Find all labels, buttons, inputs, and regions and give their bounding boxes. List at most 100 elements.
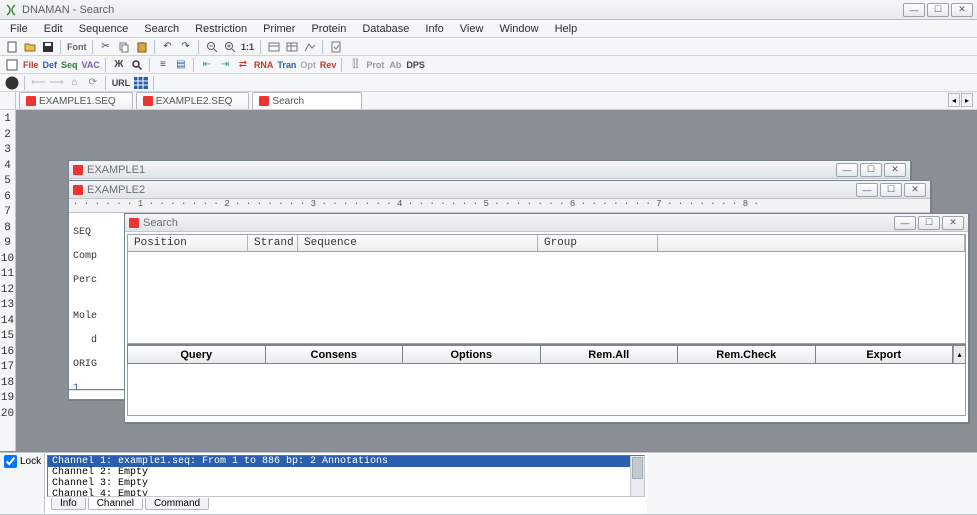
close-button[interactable]: ✕ — [951, 3, 973, 17]
child-maximize-button[interactable]: ☐ — [880, 183, 902, 197]
child-title-text: EXAMPLE1 — [87, 164, 145, 176]
go-left-icon[interactable]: ⇤ — [199, 57, 215, 72]
dps-button[interactable]: DPS — [405, 57, 426, 72]
menu-file[interactable]: File — [2, 21, 36, 37]
child-titlebar[interactable]: EXAMPLE2 — ☐ ✕ — [69, 181, 930, 199]
find-icon[interactable] — [129, 57, 145, 72]
menu-window[interactable]: Window — [491, 21, 546, 37]
menu-primer[interactable]: Primer — [255, 21, 303, 37]
chart-icon[interactable]: ⫿⫿ — [347, 57, 363, 72]
menu-sequence[interactable]: Sequence — [71, 21, 137, 37]
file-hq-button[interactable]: File — [22, 57, 40, 72]
remall-button[interactable]: Rem.All — [541, 346, 679, 363]
zoom-ratio-button[interactable]: 1:1 — [240, 39, 256, 54]
lock-checkbox[interactable]: Lock — [4, 455, 40, 468]
query-button[interactable]: Query — [128, 346, 266, 363]
channel-list[interactable]: Channel 1: example1.seq: From 1 to 886 b… — [47, 455, 645, 497]
consens-button[interactable]: Consens — [266, 346, 404, 363]
copy-icon[interactable] — [116, 39, 132, 54]
channel-scrollbar[interactable] — [630, 456, 644, 496]
scroll-up-icon[interactable]: ▴ — [953, 346, 965, 363]
tab-scroll-right[interactable]: ▸ — [961, 93, 973, 107]
menu-help[interactable]: Help — [547, 21, 586, 37]
col-group[interactable]: Group — [538, 235, 658, 251]
globe-icon[interactable] — [4, 75, 20, 90]
col-position[interactable]: Position — [128, 235, 248, 251]
bottom-tab-channel[interactable]: Channel — [88, 498, 143, 510]
channel-row[interactable]: Channel 3: Empty — [48, 478, 644, 489]
child-titlebar[interactable]: Search — ☐ ✕ — [125, 214, 968, 232]
rev-tran-button[interactable]: Rev — [319, 57, 338, 72]
col-strand[interactable]: Strand — [248, 235, 298, 251]
child-maximize-button[interactable]: ☐ — [918, 216, 940, 230]
toolbar-btn-c[interactable] — [302, 39, 318, 54]
export-button[interactable]: Export — [816, 346, 954, 363]
child-minimize-button[interactable]: — — [894, 216, 916, 230]
doc-tab-search[interactable]: Search — [252, 92, 362, 109]
prot-disp-button[interactable]: Prot — [365, 57, 385, 72]
remcheck-button[interactable]: Rem.Check — [678, 346, 816, 363]
home-icon[interactable]: ⌂ — [67, 75, 83, 90]
bottom-right-pane — [647, 453, 977, 514]
save-icon[interactable] — [40, 39, 56, 54]
doc-tab-example2[interactable]: EXAMPLE2.SEQ — [136, 92, 250, 109]
swap-icon[interactable]: ⇄ — [235, 57, 251, 72]
font-button[interactable]: Font — [66, 39, 88, 54]
url-grid-button[interactable] — [133, 75, 149, 90]
results-grid-body[interactable] — [127, 252, 966, 344]
new-file-icon[interactable] — [4, 39, 20, 54]
list-icon[interactable]: ≡ — [155, 57, 171, 72]
col-sequence[interactable]: Sequence — [298, 235, 538, 251]
bottom-tab-command[interactable]: Command — [145, 498, 209, 510]
menu-database[interactable]: Database — [354, 21, 417, 37]
forward-icon[interactable]: ⟶ — [48, 75, 64, 90]
child-maximize-button[interactable]: ☐ — [860, 163, 882, 177]
def-seq-button[interactable]: Def — [42, 57, 59, 72]
menu-edit[interactable]: Edit — [36, 21, 71, 37]
zoom-out-icon[interactable] — [204, 39, 220, 54]
channel-open-icon[interactable] — [4, 57, 20, 72]
mini-rna-button[interactable]: RNA — [253, 57, 275, 72]
menu-restriction[interactable]: Restriction — [187, 21, 255, 37]
child-close-button[interactable]: ✕ — [904, 183, 926, 197]
redo-icon[interactable]: ↷ — [178, 39, 194, 54]
child-minimize-button[interactable]: — — [856, 183, 878, 197]
open-file-icon[interactable] — [22, 39, 38, 54]
toolbar-btn-b[interactable] — [284, 39, 300, 54]
cut-icon[interactable]: ✂ — [98, 39, 114, 54]
menu-view[interactable]: View — [452, 21, 492, 37]
bold-icon[interactable]: Ж — [111, 57, 127, 72]
doc-tab-example1[interactable]: EXAMPLE1.SEQ — [19, 92, 133, 109]
search-output-area[interactable] — [127, 364, 966, 416]
opt-button[interactable]: Opt — [299, 57, 317, 72]
vac-button[interactable]: VAC — [81, 57, 101, 72]
toolbar-btn-d[interactable] — [328, 39, 344, 54]
child-titlebar[interactable]: EXAMPLE1 — ☐ ✕ — [69, 161, 910, 179]
menu-info[interactable]: Info — [417, 21, 451, 37]
tab-scroll-left[interactable]: ◂ — [948, 93, 960, 107]
channel-row[interactable]: Channel 4: Empty — [48, 489, 644, 497]
channel-row[interactable]: Channel 1: example1.seq: From 1 to 886 b… — [48, 456, 644, 467]
bottom-tab-info[interactable]: Info — [51, 498, 86, 510]
minimize-button[interactable]: — — [903, 3, 925, 17]
options-button[interactable]: Options — [403, 346, 541, 363]
child-close-button[interactable]: ✕ — [942, 216, 964, 230]
undo-icon[interactable]: ↶ — [160, 39, 176, 54]
menu-search[interactable]: Search — [136, 21, 187, 37]
seq-button[interactable]: Seq — [60, 57, 79, 72]
refresh-icon[interactable]: ⟳ — [85, 75, 101, 90]
ab-button[interactable]: Ab — [387, 57, 403, 72]
tran-view-button[interactable]: Tran — [276, 57, 297, 72]
toolbar-btn-a[interactable] — [266, 39, 282, 54]
zoom-in-icon[interactable] — [222, 39, 238, 54]
back-icon[interactable]: ⟵ — [30, 75, 46, 90]
channel-row[interactable]: Channel 2: Empty — [48, 467, 644, 478]
align-icon[interactable]: ▤ — [173, 57, 189, 72]
child-close-button[interactable]: ✕ — [884, 163, 906, 177]
menu-protein[interactable]: Protein — [303, 21, 354, 37]
go-right-icon[interactable]: ⇥ — [217, 57, 233, 72]
child-minimize-button[interactable]: — — [836, 163, 858, 177]
url-label: URL — [111, 75, 132, 90]
paste-icon[interactable] — [134, 39, 150, 54]
maximize-button[interactable]: ☐ — [927, 3, 949, 17]
